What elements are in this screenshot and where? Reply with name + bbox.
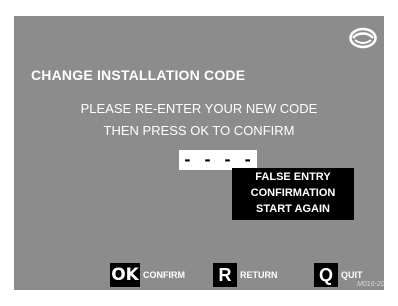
instruction-line-1: PLEASE RE-ENTER YOUR NEW CODE — [80, 101, 318, 116]
return-key-label: RETURN — [240, 270, 278, 280]
error-message-box: FALSE ENTRY CONFIRMATION START AGAIN — [232, 168, 354, 220]
ok-key-cap[interactable]: OK — [110, 263, 140, 287]
quit-key[interactable]: Q QUIT — [314, 263, 363, 287]
confirm-key-label: CONFIRM — [143, 270, 185, 280]
brand-logo-icon — [349, 27, 377, 49]
instruction-line-2: THEN PRESS OK TO CONFIRM — [103, 123, 295, 138]
error-line-1: FALSE ENTRY — [255, 171, 331, 183]
return-key[interactable]: R RETURN — [213, 263, 278, 287]
code-entry-field[interactable]: - - - - — [179, 150, 257, 170]
quit-key-label: QUIT — [341, 270, 363, 280]
model-code: M016-20 — [357, 281, 384, 288]
confirm-key[interactable]: OK CONFIRM — [110, 263, 185, 287]
error-line-3: START AGAIN — [256, 203, 330, 215]
error-line-2: CONFIRMATION — [250, 187, 336, 199]
r-key-cap[interactable]: R — [213, 263, 237, 287]
device-screen: CHANGE INSTALLATION CODE PLEASE RE-ENTER… — [14, 16, 384, 290]
q-key-cap[interactable]: Q — [314, 263, 338, 287]
page-title: CHANGE INSTALLATION CODE — [31, 67, 246, 83]
